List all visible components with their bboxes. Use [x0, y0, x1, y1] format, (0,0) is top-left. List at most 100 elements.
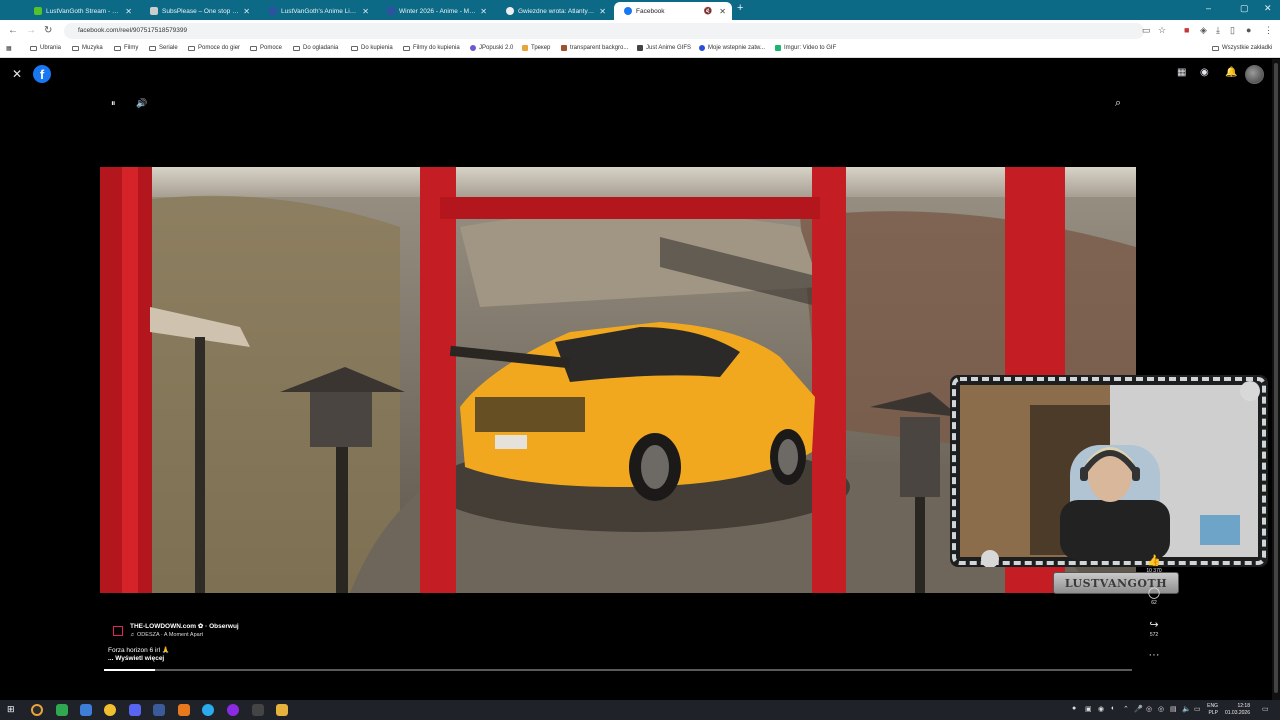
folder-icon — [250, 45, 257, 51]
app-icon[interactable] — [227, 704, 239, 716]
bookmark-just-anime-gifs[interactable]: Just Anime GIFS — [637, 45, 691, 51]
telegram-icon[interactable] — [202, 704, 214, 716]
app-icon[interactable] — [80, 704, 92, 716]
notifications-icon[interactable]: ▭ — [1262, 705, 1269, 713]
profile-icon[interactable]: ● — [1246, 25, 1251, 35]
bookmark-do-ogladania[interactable]: Do ogladania — [293, 45, 338, 51]
bookmark-label: Трекер — [531, 45, 551, 51]
bookmark-imgur[interactable]: Imgur: Video to GIF — [775, 45, 836, 51]
messenger-icon[interactable]: ◉ — [1200, 67, 1209, 78]
downloads-icon[interactable]: ⤓ — [1216, 25, 1220, 36]
tray-icon[interactable]: ◎ — [1158, 705, 1164, 713]
close-tab-icon[interactable]: ✕ — [719, 7, 726, 16]
mute-tab-icon[interactable]: 🔇 — [704, 7, 713, 15]
app-icon[interactable] — [153, 704, 165, 716]
folder-icon — [72, 45, 79, 51]
discord-icon[interactable] — [129, 704, 141, 716]
bookmark-do-kupienia[interactable]: Do kupienia — [351, 45, 393, 51]
page-scrollbar[interactable] — [1272, 59, 1280, 700]
music-track[interactable]: ♬ ODESZA · A Moment Apart — [130, 632, 203, 638]
tab-facebook[interactable]: Facebook 🔇 ✕ — [614, 2, 732, 20]
speaker-icon[interactable]: 🔈 — [1182, 705, 1191, 713]
facebook-logo-icon[interactable]: f — [33, 65, 51, 83]
forward-arrow-icon[interactable]: → — [26, 25, 36, 36]
bookmark-pomoce-do-gier[interactable]: Pomoce do gier — [188, 45, 240, 51]
tab-gwiezdne-wrota[interactable]: Gwiezdne wrota: Atlantyda / Sta ✕ — [496, 2, 612, 20]
menu-kebab-icon[interactable]: ⋮ — [1264, 25, 1273, 36]
clock[interactable]: 12:18 01.03.2026 — [1220, 703, 1250, 717]
bookmark-filmy-do-kupienia[interactable]: Filmy do kupienia — [403, 45, 460, 51]
menu-grid-icon[interactable]: ▦ — [1177, 67, 1186, 78]
bookmark-moje-wstepnie[interactable]: Moje wstepnie zatw... — [699, 45, 765, 51]
pause-icon[interactable]: ⏸ — [111, 98, 116, 109]
windows-start-icon[interactable]: ⊞ — [7, 704, 15, 715]
cast-icon[interactable]: ▭ — [1142, 25, 1151, 36]
url-field[interactable]: facebook.com/reel/907517518579399 — [64, 23, 1144, 39]
tab-label: SubsPlease – One stop shop fo — [162, 7, 239, 15]
app-icon[interactable] — [56, 704, 68, 716]
obs-icon[interactable] — [252, 704, 264, 716]
scrollbar-thumb[interactable] — [1274, 63, 1278, 693]
app-icon[interactable] — [104, 704, 116, 716]
more-options-button[interactable]: ··· — [1144, 649, 1164, 661]
bookmark-transparent-background[interactable]: transparent backgro... — [561, 45, 628, 51]
tab-subsplease[interactable]: SubsPlease – One stop shop fo ✕ — [140, 2, 256, 20]
maximize-icon[interactable]: ▢ — [1240, 3, 1249, 14]
bookmark-ubrania[interactable]: Ubrania — [30, 45, 61, 51]
all-bookmarks[interactable]: Wszystkie zakładki — [1212, 45, 1272, 51]
tray-chevron-icon[interactable]: ⌃ — [1123, 705, 1129, 713]
close-tab-icon[interactable]: ✕ — [243, 7, 250, 16]
bookmark-tracker[interactable]: Трекер — [522, 45, 550, 51]
file-explorer-icon[interactable] — [276, 704, 288, 716]
tab-lustvangoth-stream[interactable]: LustVanGoth Stream - Watch L ✕ — [24, 2, 138, 20]
tray-icon[interactable]: ● — [1072, 705, 1076, 712]
language-indicator[interactable]: ENG PLP — [1200, 703, 1218, 717]
volume-icon[interactable]: 🔊 — [136, 98, 147, 109]
like-button[interactable]: 👍 10 370 — [1144, 554, 1164, 574]
author-name[interactable]: THE-LOWDOWN.com ✿ · Obserwuj — [130, 622, 239, 630]
network-icon[interactable]: ▤ — [1170, 705, 1177, 713]
apps-grid-icon[interactable]: ▦ — [6, 45, 12, 52]
see-more-link[interactable]: ... Wyświetl więcej — [108, 655, 164, 662]
site-icon — [637, 45, 643, 51]
tray-icon[interactable]: ◐ — [1111, 705, 1115, 712]
close-tab-icon[interactable]: ✕ — [362, 7, 369, 16]
bookmark-muzyka[interactable]: Muzyka — [72, 45, 103, 51]
bookmarks-bar: ▦ Ubrania Muzyka Filmy Seriale Pomoce do… — [0, 42, 1280, 58]
folder-icon — [30, 45, 37, 51]
share-button[interactable]: ↪ 572 — [1144, 618, 1164, 638]
notifications-bell-icon[interactable]: 🔔 — [1225, 67, 1237, 78]
close-icon[interactable]: ✕ — [12, 67, 22, 81]
extensions-puzzle-icon[interactable]: ◈ — [1200, 25, 1207, 36]
reload-icon[interactable]: ↻ — [44, 25, 52, 36]
avatar[interactable] — [1245, 65, 1264, 84]
tab-anime-list[interactable]: LustVanGoth's Anime List - My ✕ — [259, 2, 375, 20]
close-tab-icon[interactable]: ✕ — [125, 7, 132, 16]
minimize-icon[interactable]: – — [1206, 3, 1211, 13]
close-tab-icon[interactable]: ✕ — [480, 7, 487, 16]
bookmark-pomoce[interactable]: Pomoce — [250, 45, 282, 51]
tray-icon[interactable]: ◉ — [1098, 705, 1104, 713]
bookmark-star-icon[interactable]: ☆ — [1158, 25, 1166, 36]
video-progress-bar[interactable] — [104, 669, 1132, 671]
new-tab-button[interactable]: + — [737, 2, 743, 14]
back-arrow-icon[interactable]: ← — [8, 25, 18, 36]
author-avatar[interactable] — [113, 626, 123, 636]
comment-button[interactable]: ◯ 62 — [1144, 586, 1164, 606]
bookmark-seriale[interactable]: Seriale — [149, 45, 178, 51]
close-tab-icon[interactable]: ✕ — [599, 7, 606, 16]
search-icon[interactable]: ⌕ — [1115, 97, 1121, 110]
tab-winter-2026[interactable]: Winter 2026 - Anime - MyAnim ✕ — [377, 2, 493, 20]
bookmark-label: Do kupienia — [361, 45, 393, 51]
chrome-icon[interactable] — [31, 704, 43, 716]
tray-icon[interactable]: ◎ — [1146, 705, 1152, 713]
tab-label: LustVanGoth's Anime List - My — [281, 7, 358, 15]
split-view-icon[interactable]: ▯ — [1230, 25, 1235, 36]
microphone-icon[interactable]: 🎤 — [1134, 705, 1143, 713]
bookmark-jpopuski[interactable]: JPopuski 2.0 — [470, 45, 513, 51]
close-window-icon[interactable]: ✕ — [1264, 3, 1272, 14]
bookmark-filmy[interactable]: Filmy — [114, 45, 138, 51]
vlc-icon[interactable] — [178, 704, 190, 716]
extension-icon[interactable]: ■ — [1184, 25, 1189, 35]
tray-icon[interactable]: ▣ — [1085, 705, 1092, 713]
